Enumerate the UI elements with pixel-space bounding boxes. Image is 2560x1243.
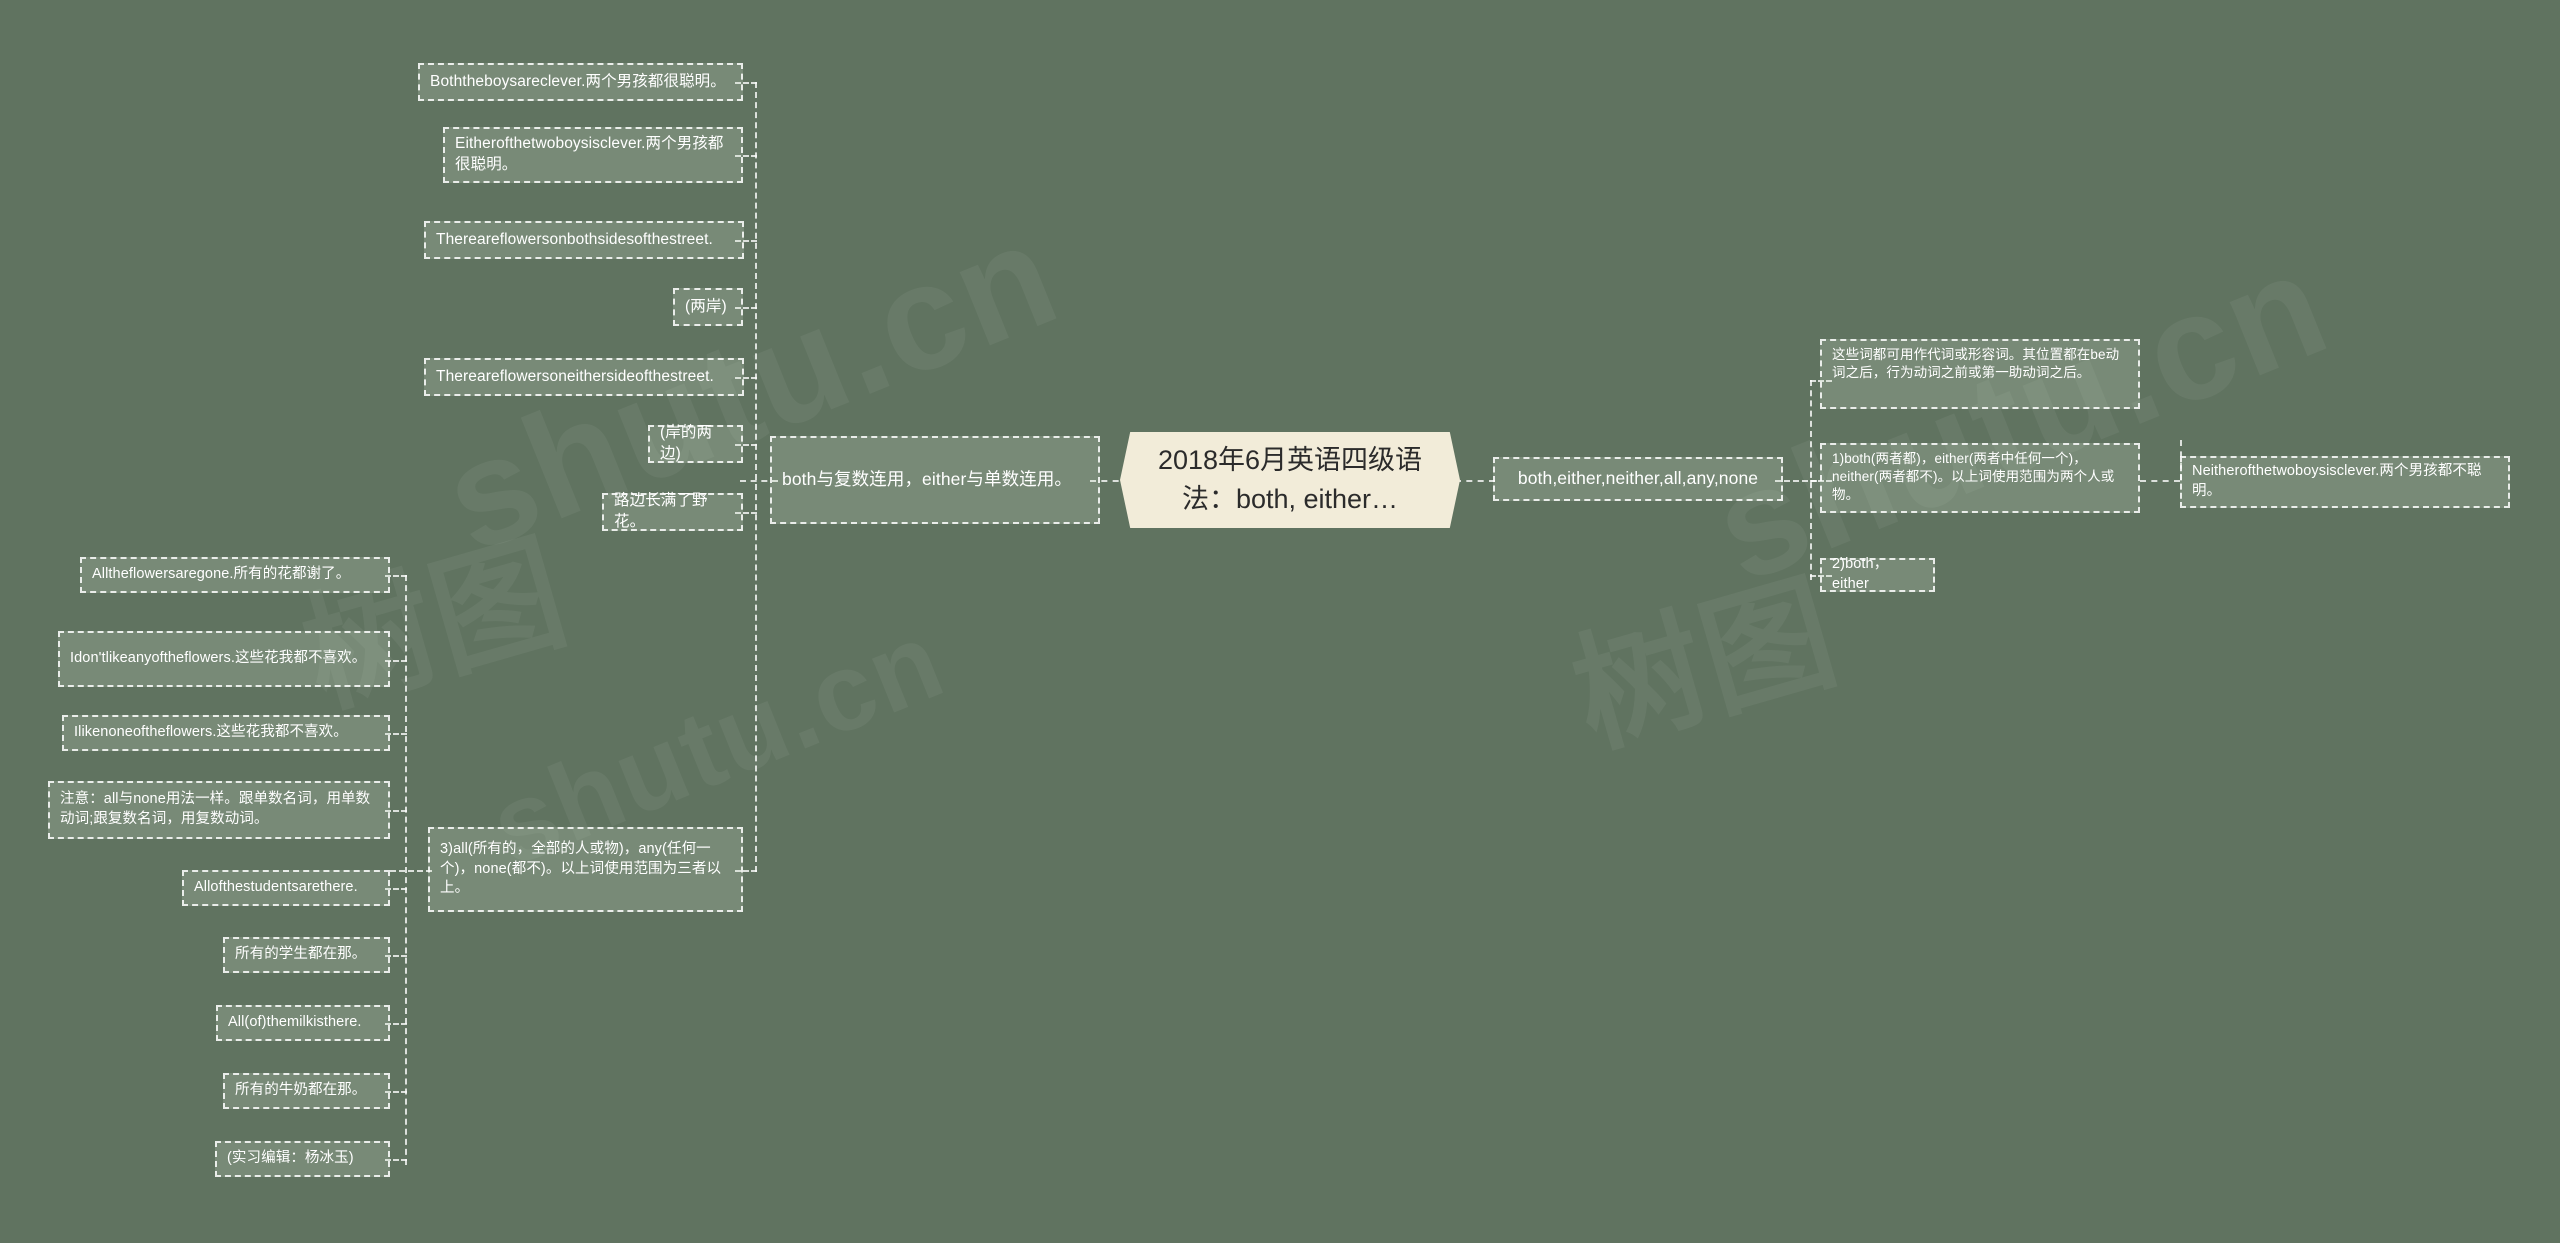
right-child-node-2[interactable]: 1)both(两者都)，either(两者中任何一个)，neither(两者都不… (1820, 443, 2140, 513)
watermark-latin-right: shutu.cn (1691, 218, 2349, 614)
all-none-child-node-5[interactable]: Allofthestudentsarethere. (182, 870, 390, 906)
root-node[interactable]: 2018年6月英语四级语法：both, either… (1120, 432, 1460, 528)
all-none-child-node-6[interactable]: 所有的学生都在那。 (223, 937, 390, 973)
left-child-node-4[interactable]: (两岸) (673, 288, 743, 326)
right-branch-node[interactable]: both,either,neither,all,any,none (1493, 457, 1783, 501)
right-child-node-3[interactable]: 2)both，either (1820, 556, 1935, 592)
all-none-child-node-8[interactable]: 所有的牛奶都在那。 (223, 1073, 390, 1109)
all-none-child-node-9[interactable]: (实习编辑：杨冰玉) (215, 1141, 390, 1177)
left-child-node-2[interactable]: Eitherofthetwoboysisclever.两个男孩都很聪明。 (443, 127, 743, 183)
mindmap-canvas: 树图 shutu.cn 树图 shutu.cn shutu.cn 2018年6月… (0, 0, 2560, 1243)
all-none-child-node-2[interactable]: Idon'tlikeanyoftheflowers.这些花我都不喜欢。 (58, 631, 390, 687)
left-child-node-6[interactable]: (岸的两边) (648, 424, 743, 463)
connector-root-to-right (1455, 480, 1495, 482)
left-child-node-7[interactable]: 路边长满了野花。 (602, 492, 743, 531)
watermark-cjk-right: 树图 (1557, 555, 1853, 775)
all-none-child-node-7[interactable]: All(of)themilkisthere. (216, 1005, 390, 1041)
left-child-node-3[interactable]: Thereareflowersonbothsidesofthestreet. (424, 221, 744, 259)
connector-allnone-to-spine (390, 870, 432, 872)
left-child-node-5[interactable]: Thereareflowersoneithersideofthestreet. (424, 358, 744, 396)
watermark-cjk-left: 树图 (287, 515, 583, 735)
connector-allnone-spine (405, 575, 407, 1165)
all-none-branch-node[interactable]: 3)all(所有的，全部的人或物)，any(任何一个)，none(都不)。以上词… (428, 827, 743, 912)
connector-left-spine (755, 82, 757, 872)
far-right-node[interactable]: Neitherofthetwoboysisclever.两个男孩都不聪明。 (2180, 456, 2510, 508)
left-branch-node[interactable]: both与复数连用，either与单数连用。 (770, 436, 1100, 524)
left-child-node-1[interactable]: Boththeboysareclever.两个男孩都很聪明。 (418, 63, 743, 101)
connector-to-far-right (2140, 480, 2180, 482)
all-none-child-node-4[interactable]: 注意：all与none用法一样。跟单数名词，用单数动词;跟复数名词，用复数动词。 (48, 781, 390, 839)
all-none-child-node-3[interactable]: Ilikenoneoftheflowers.这些花我都不喜欢。 (62, 715, 390, 751)
all-none-child-node-1[interactable]: Alltheflowersaregone.所有的花都谢了。 (80, 557, 390, 593)
right-child-node-1[interactable]: 这些词都可用作代词或形容词。其位置都在be动词之后，行为动词之前或第一助动词之后… (1820, 339, 2140, 409)
